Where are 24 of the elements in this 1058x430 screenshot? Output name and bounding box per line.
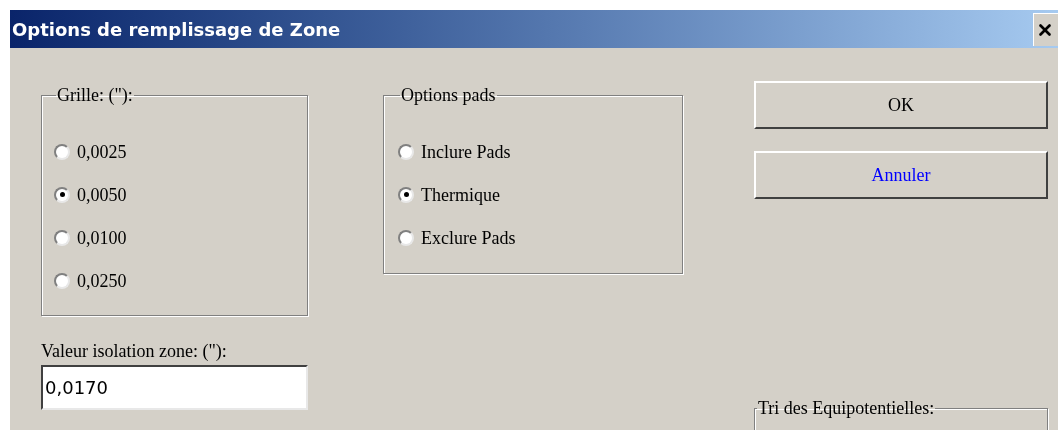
radio-button[interactable] xyxy=(398,229,414,246)
radio-label: Thermique xyxy=(421,185,500,204)
radio-label: 0,0100 xyxy=(77,228,127,247)
radio-button[interactable] xyxy=(54,229,70,246)
radio-button[interactable] xyxy=(398,143,414,160)
group-title: Tri des Equipotentielles: xyxy=(757,399,936,417)
dialog-button[interactable]: Annuler xyxy=(754,151,1048,199)
radio-button[interactable] xyxy=(54,143,70,160)
group-title: Options pads xyxy=(400,86,497,104)
radio-button[interactable] xyxy=(54,186,70,203)
radio-button[interactable] xyxy=(54,272,70,289)
radio-button[interactable] xyxy=(398,186,414,203)
radio-label: 0,0250 xyxy=(77,271,127,290)
close-icon xyxy=(1036,21,1054,39)
group-title: Grille: ("): xyxy=(56,86,134,104)
radio-label: 0,0025 xyxy=(77,142,127,161)
radio-label: Exclure Pads xyxy=(421,228,516,247)
radio-label: Inclure Pads xyxy=(421,142,511,161)
dialog-button[interactable]: OK xyxy=(754,81,1048,129)
isolation-input-field[interactable]: 0,0170 xyxy=(41,365,308,410)
window-title: Options de remplissage de Zone xyxy=(11,17,341,42)
radio-label: 0,0050 xyxy=(77,185,127,204)
field-label: Valeur isolation zone: ("): xyxy=(41,342,228,360)
close-button[interactable] xyxy=(1033,13,1058,46)
